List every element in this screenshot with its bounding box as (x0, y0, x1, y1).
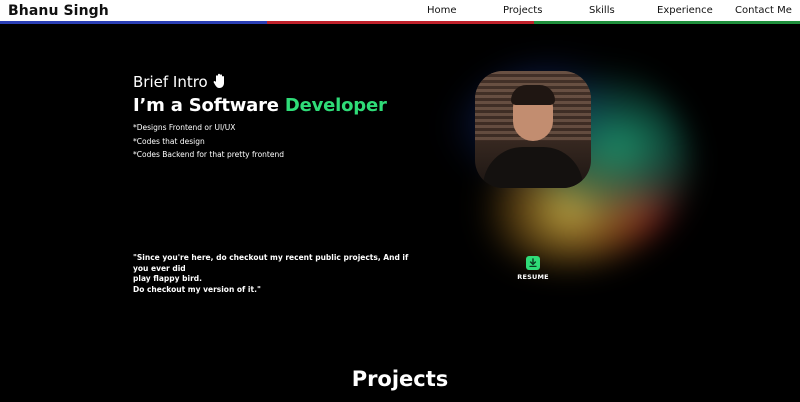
headline-prefix: I’m a Software (133, 95, 285, 116)
quote-line: Do checkout my version of it." (133, 284, 261, 294)
bullet-item: *Codes Backend for that pretty frontend (133, 150, 284, 159)
nav-stripe-red (267, 21, 534, 24)
projects-title: Projects (351, 367, 449, 391)
navbar: Bhanu Singh Home Projects Skills Experie… (0, 0, 800, 24)
resume-button[interactable]: RESUME (517, 256, 549, 282)
hero-headline: I’m a Software Developer (133, 95, 387, 116)
quote-line: "Since you're here, do checkout my recen… (133, 253, 409, 273)
quote-line: play flappy bird. (133, 274, 202, 283)
nav-link-contact[interactable]: Contact Me (735, 5, 792, 16)
intro-text: Brief Intro (133, 73, 208, 91)
intro-title: Brief Intro (133, 73, 227, 91)
headline-accent: Developer (284, 95, 387, 116)
bullet-item: *Designs Frontend or UI/UX (133, 123, 236, 132)
resume-label: RESUME (517, 273, 549, 281)
download-icon (526, 256, 540, 270)
nav-stripe-blue (0, 21, 267, 24)
bullet-item: *Codes that design (133, 137, 205, 146)
nav-stripe-green (534, 21, 800, 24)
nav-links: Home Projects Skills Experience Contact … (0, 0, 800, 22)
nav-link-home[interactable]: Home (427, 5, 457, 16)
waving-hand-icon (213, 73, 227, 89)
nav-link-skills[interactable]: Skills (589, 5, 615, 16)
hero-quote: "Since you're here, do checkout my recen… (133, 253, 423, 295)
profile-photo (475, 71, 591, 188)
nav-link-projects[interactable]: Projects (503, 5, 542, 16)
nav-link-experience[interactable]: Experience (657, 5, 713, 16)
